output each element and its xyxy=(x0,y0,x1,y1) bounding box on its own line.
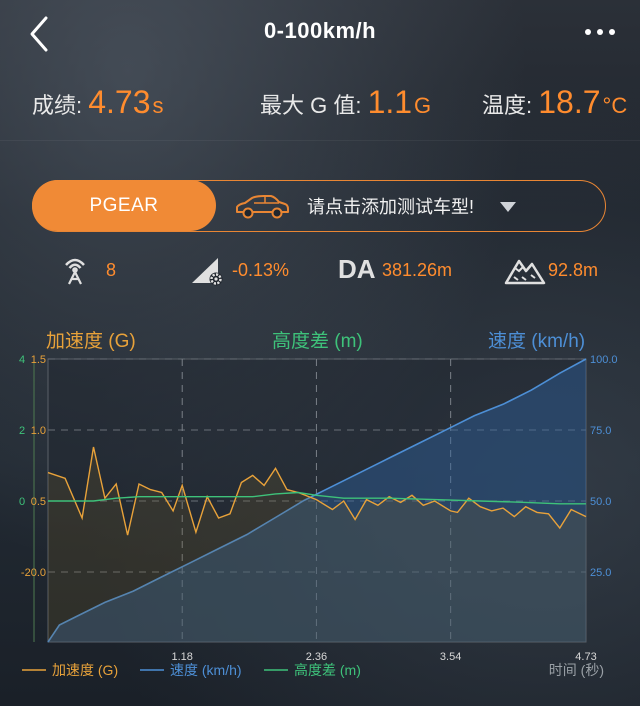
stats-row: 成绩: 4.73s 最大 G 值: 1.1G 温度: 18.7°C xyxy=(0,84,640,128)
left-outer-tick-label: 4 xyxy=(19,354,25,366)
stat-time: 成绩: 4.73s xyxy=(32,84,164,121)
right-tick-label: 25.0 xyxy=(590,567,611,579)
right-tick-label: 75.0 xyxy=(590,425,611,437)
stat-time-value: 4.73 xyxy=(88,84,151,120)
left-inner-tick-label: -20.0 xyxy=(21,567,46,579)
page-title: 0-100km/h xyxy=(263,18,377,43)
stat-temperature-value: 18.7 xyxy=(538,84,601,120)
right-tick-label: 50.0 xyxy=(590,496,611,508)
stat-max-g: 最大 G 值: 1.1G xyxy=(260,84,431,121)
left-inner-tick-label: 1.5 xyxy=(31,354,46,366)
stat-max-g-value: 1.1 xyxy=(367,84,413,120)
vehicle-selector: PGEAR 请点击添加测试车型! xyxy=(32,180,606,232)
x-tick-label: 3.54 xyxy=(440,651,461,663)
da-label: DA xyxy=(338,254,376,284)
stat-max-g-unit: G xyxy=(414,93,432,118)
stat-time-label: 成绩: xyxy=(32,93,89,118)
legend-label: 高度差 (m) xyxy=(294,662,361,678)
legend-label: 速度 (km/h) xyxy=(170,662,242,678)
info-row: 8 -0.13% DA 381.26m 92.8m xyxy=(0,252,640,288)
slope-value: -0.13% xyxy=(232,260,290,280)
car-icon xyxy=(236,195,289,219)
satellite-signal-icon xyxy=(65,258,85,285)
da-value: 381.26m xyxy=(382,260,453,280)
stat-max-g-label: 最大 G 值: xyxy=(260,93,368,118)
left-inner-tick-label: 1.0 xyxy=(31,425,46,437)
divider xyxy=(0,140,640,141)
more-icon xyxy=(585,29,615,35)
left-outer-tick-label: 0 xyxy=(19,496,25,508)
x-axis-title: 时间 (秒) xyxy=(549,662,604,678)
more-button[interactable] xyxy=(582,18,618,46)
legend-label: 加速度 (G) xyxy=(52,662,118,678)
stat-temperature: 温度: 18.7°C xyxy=(482,84,627,121)
altitude-value: 92.8m xyxy=(548,260,599,280)
top-bar: 0-100km/h xyxy=(0,0,640,68)
dropdown-triangle-icon[interactable] xyxy=(499,200,517,214)
brand-button[interactable]: PGEAR xyxy=(32,180,216,231)
satellite-count: 8 xyxy=(106,260,117,280)
stat-temperature-unit: °C xyxy=(602,93,628,118)
left-outer-tick-label: 2 xyxy=(19,425,25,437)
left-inner-tick-label: 0.5 xyxy=(31,496,46,508)
mountain-icon xyxy=(504,259,546,285)
vehicle-select-prompt[interactable]: 请点击添加测试车型! xyxy=(307,181,474,233)
performance-chart: 4201.51.00.5-20.0100.075.050.025.01.18 2.… xyxy=(19,354,618,678)
stat-time-unit: s xyxy=(152,93,164,118)
right-tick-label: 100.0 xyxy=(590,354,618,366)
stat-temperature-label: 温度: xyxy=(482,93,539,118)
slope-gear-icon xyxy=(192,258,223,286)
